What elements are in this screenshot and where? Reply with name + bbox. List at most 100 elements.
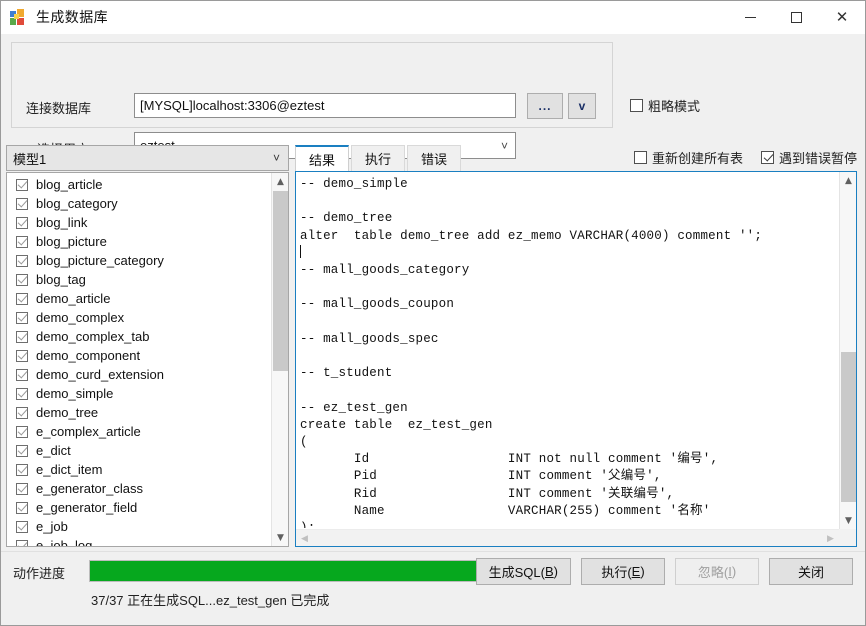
list-item[interactable]: e_job bbox=[7, 517, 270, 536]
table-name-label: e_complex_article bbox=[36, 424, 141, 439]
table-checkbox[interactable] bbox=[16, 273, 28, 286]
list-item[interactable]: blog_category bbox=[7, 194, 270, 213]
list-item[interactable]: blog_tag bbox=[7, 270, 270, 289]
table-checkbox[interactable] bbox=[16, 425, 28, 438]
result-options: 重新创建所有表 遇到错误暂停 bbox=[616, 148, 857, 171]
table-checkbox[interactable] bbox=[16, 539, 28, 546]
sql-text-content[interactable]: -- demo_simple -- demo_tree alter table de… bbox=[296, 172, 838, 528]
table-checkbox[interactable] bbox=[16, 520, 28, 533]
sql-line bbox=[300, 279, 838, 296]
table-checkbox[interactable] bbox=[16, 197, 28, 210]
list-item[interactable]: blog_picture_category bbox=[7, 251, 270, 270]
rough-mode-checkbox[interactable]: 粗略模式 bbox=[630, 96, 700, 115]
table-checkbox[interactable] bbox=[16, 330, 28, 343]
list-item[interactable]: e_generator_class bbox=[7, 479, 270, 498]
connect-database-label: 连接数据库 bbox=[26, 101, 92, 116]
table-name-label: blog_picture_category bbox=[36, 253, 164, 268]
tab-error[interactable]: 错误 bbox=[407, 145, 462, 171]
pause-on-error-checkbox-box bbox=[760, 151, 774, 164]
main-content: 模型1 ˅ blog_article blog_category blog_link… bbox=[1, 141, 865, 551]
connection-dropdown-button[interactable]: v bbox=[568, 93, 596, 119]
scroll-down-icon[interactable]: ▼ bbox=[840, 512, 856, 529]
table-checkbox[interactable] bbox=[16, 444, 28, 457]
table-name-label: blog_link bbox=[36, 215, 88, 230]
table-checkbox[interactable] bbox=[16, 482, 28, 495]
sql-line: Name VARCHAR(255) comment '名称' bbox=[300, 503, 711, 518]
rough-mode-checkbox-box bbox=[630, 99, 643, 112]
table-checkbox[interactable] bbox=[16, 501, 28, 514]
list-item[interactable]: demo_component bbox=[7, 346, 270, 365]
table-checkbox[interactable] bbox=[16, 387, 28, 400]
table-list-vertical-scrollbar[interactable]: ▲ ▼ bbox=[271, 173, 288, 546]
list-item[interactable]: e_complex_article bbox=[7, 422, 270, 441]
table-checkbox[interactable] bbox=[16, 311, 28, 324]
pause-on-error-checkbox[interactable]: 遇到错误暂停 bbox=[760, 148, 857, 167]
execute-button[interactable]: 执行(E) bbox=[581, 558, 665, 585]
sql-line: -- mall_goods_spec bbox=[300, 331, 439, 346]
table-checkbox[interactable] bbox=[16, 368, 28, 381]
table-checkbox[interactable] bbox=[16, 235, 28, 248]
scroll-down-icon[interactable]: ▼ bbox=[272, 529, 288, 546]
scroll-right-icon[interactable]: ▶ bbox=[822, 530, 839, 546]
table-checkbox[interactable] bbox=[16, 254, 28, 267]
tab-strip: 结果 执行 错误 重新创建所有表 遇到错误暂停 bbox=[295, 145, 857, 171]
close-icon: ✕ bbox=[835, 7, 849, 26]
sql-line: Id INT not null comment '编号', bbox=[300, 452, 719, 467]
table-checkbox[interactable] bbox=[16, 216, 28, 229]
list-item[interactable]: e_dict_item bbox=[7, 460, 270, 479]
close-window-button[interactable]: ✕ bbox=[819, 1, 865, 34]
connection-string-input[interactable]: [MYSQL]localhost:3306@eztest bbox=[134, 93, 516, 118]
list-item[interactable]: demo_simple bbox=[7, 384, 270, 403]
sql-line: -- demo_tree bbox=[300, 211, 393, 226]
table-name-label: e_generator_class bbox=[36, 481, 143, 496]
pause-on-error-label: 遇到错误暂停 bbox=[778, 151, 857, 166]
list-item[interactable]: e_dict bbox=[7, 441, 270, 460]
tab-execute[interactable]: 执行 bbox=[351, 145, 406, 171]
scrollbar-thumb[interactable] bbox=[273, 191, 288, 371]
list-item[interactable]: demo_complex_tab bbox=[7, 327, 270, 346]
generate-sql-button[interactable]: 生成SQL(B) bbox=[475, 558, 571, 585]
scroll-left-icon[interactable]: ◀ bbox=[296, 530, 313, 546]
sql-line: -- demo_simple bbox=[300, 177, 408, 191]
sql-line: -- mall_goods_category bbox=[300, 262, 470, 277]
table-checkbox[interactable] bbox=[16, 178, 28, 191]
window-title: 生成数据库 bbox=[36, 9, 108, 25]
sql-line: -- t_student bbox=[300, 366, 393, 381]
list-item[interactable]: e_job_log bbox=[7, 536, 270, 546]
scroll-up-icon[interactable]: ▲ bbox=[840, 172, 856, 189]
table-checkbox[interactable] bbox=[16, 406, 28, 419]
progress-status-text: 37/37 正在生成SQL...ez_test_gen 已完成 bbox=[91, 593, 330, 608]
scroll-up-icon[interactable]: ▲ bbox=[272, 173, 288, 190]
list-item[interactable]: demo_curd_extension bbox=[7, 365, 270, 384]
tab-result[interactable]: 结果 bbox=[295, 145, 350, 171]
browse-connection-button[interactable]: ... bbox=[527, 93, 563, 119]
model-select-value: 模型1 bbox=[13, 151, 47, 167]
list-item[interactable]: demo_complex bbox=[7, 308, 270, 327]
list-item[interactable]: demo_tree bbox=[7, 403, 270, 422]
model-select[interactable]: 模型1 ˅ bbox=[6, 145, 289, 171]
sql-line bbox=[300, 314, 838, 331]
table-name-label: demo_article bbox=[36, 291, 111, 306]
table-selection-panel: 模型1 ˅ blog_article blog_category blog_link… bbox=[6, 145, 289, 547]
maximize-button[interactable] bbox=[773, 1, 819, 34]
editor-vertical-scrollbar[interactable]: ▲ ▼ bbox=[839, 172, 856, 529]
list-item[interactable]: blog_article bbox=[7, 175, 270, 194]
table-name-label: e_dict_item bbox=[36, 462, 103, 477]
editor-horizontal-scrollbar[interactable]: ◀ ▶ bbox=[296, 529, 839, 546]
scrollbar-thumb[interactable] bbox=[841, 352, 856, 502]
sql-output-editor[interactable]: -- demo_simple -- demo_tree alter table de… bbox=[295, 171, 857, 547]
close-button[interactable]: 关闭 bbox=[769, 558, 853, 585]
list-item[interactable]: e_generator_field bbox=[7, 498, 270, 517]
list-item[interactable]: demo_article bbox=[7, 289, 270, 308]
list-item[interactable]: blog_picture bbox=[7, 232, 270, 251]
recreate-all-tables-checkbox[interactable]: 重新创建所有表 bbox=[633, 148, 743, 167]
sql-line: ); bbox=[300, 520, 316, 528]
table-name-label: demo_simple bbox=[36, 386, 114, 401]
table-checkbox[interactable] bbox=[16, 349, 28, 362]
minimize-button[interactable] bbox=[727, 1, 773, 34]
table-checkbox[interactable] bbox=[16, 463, 28, 476]
list-item[interactable]: blog_link bbox=[7, 213, 270, 232]
sql-line: create table ez_test_gen bbox=[300, 417, 493, 432]
table-checkbox[interactable] bbox=[16, 292, 28, 305]
table-list-items: blog_article blog_category blog_link blog_p… bbox=[7, 173, 270, 546]
